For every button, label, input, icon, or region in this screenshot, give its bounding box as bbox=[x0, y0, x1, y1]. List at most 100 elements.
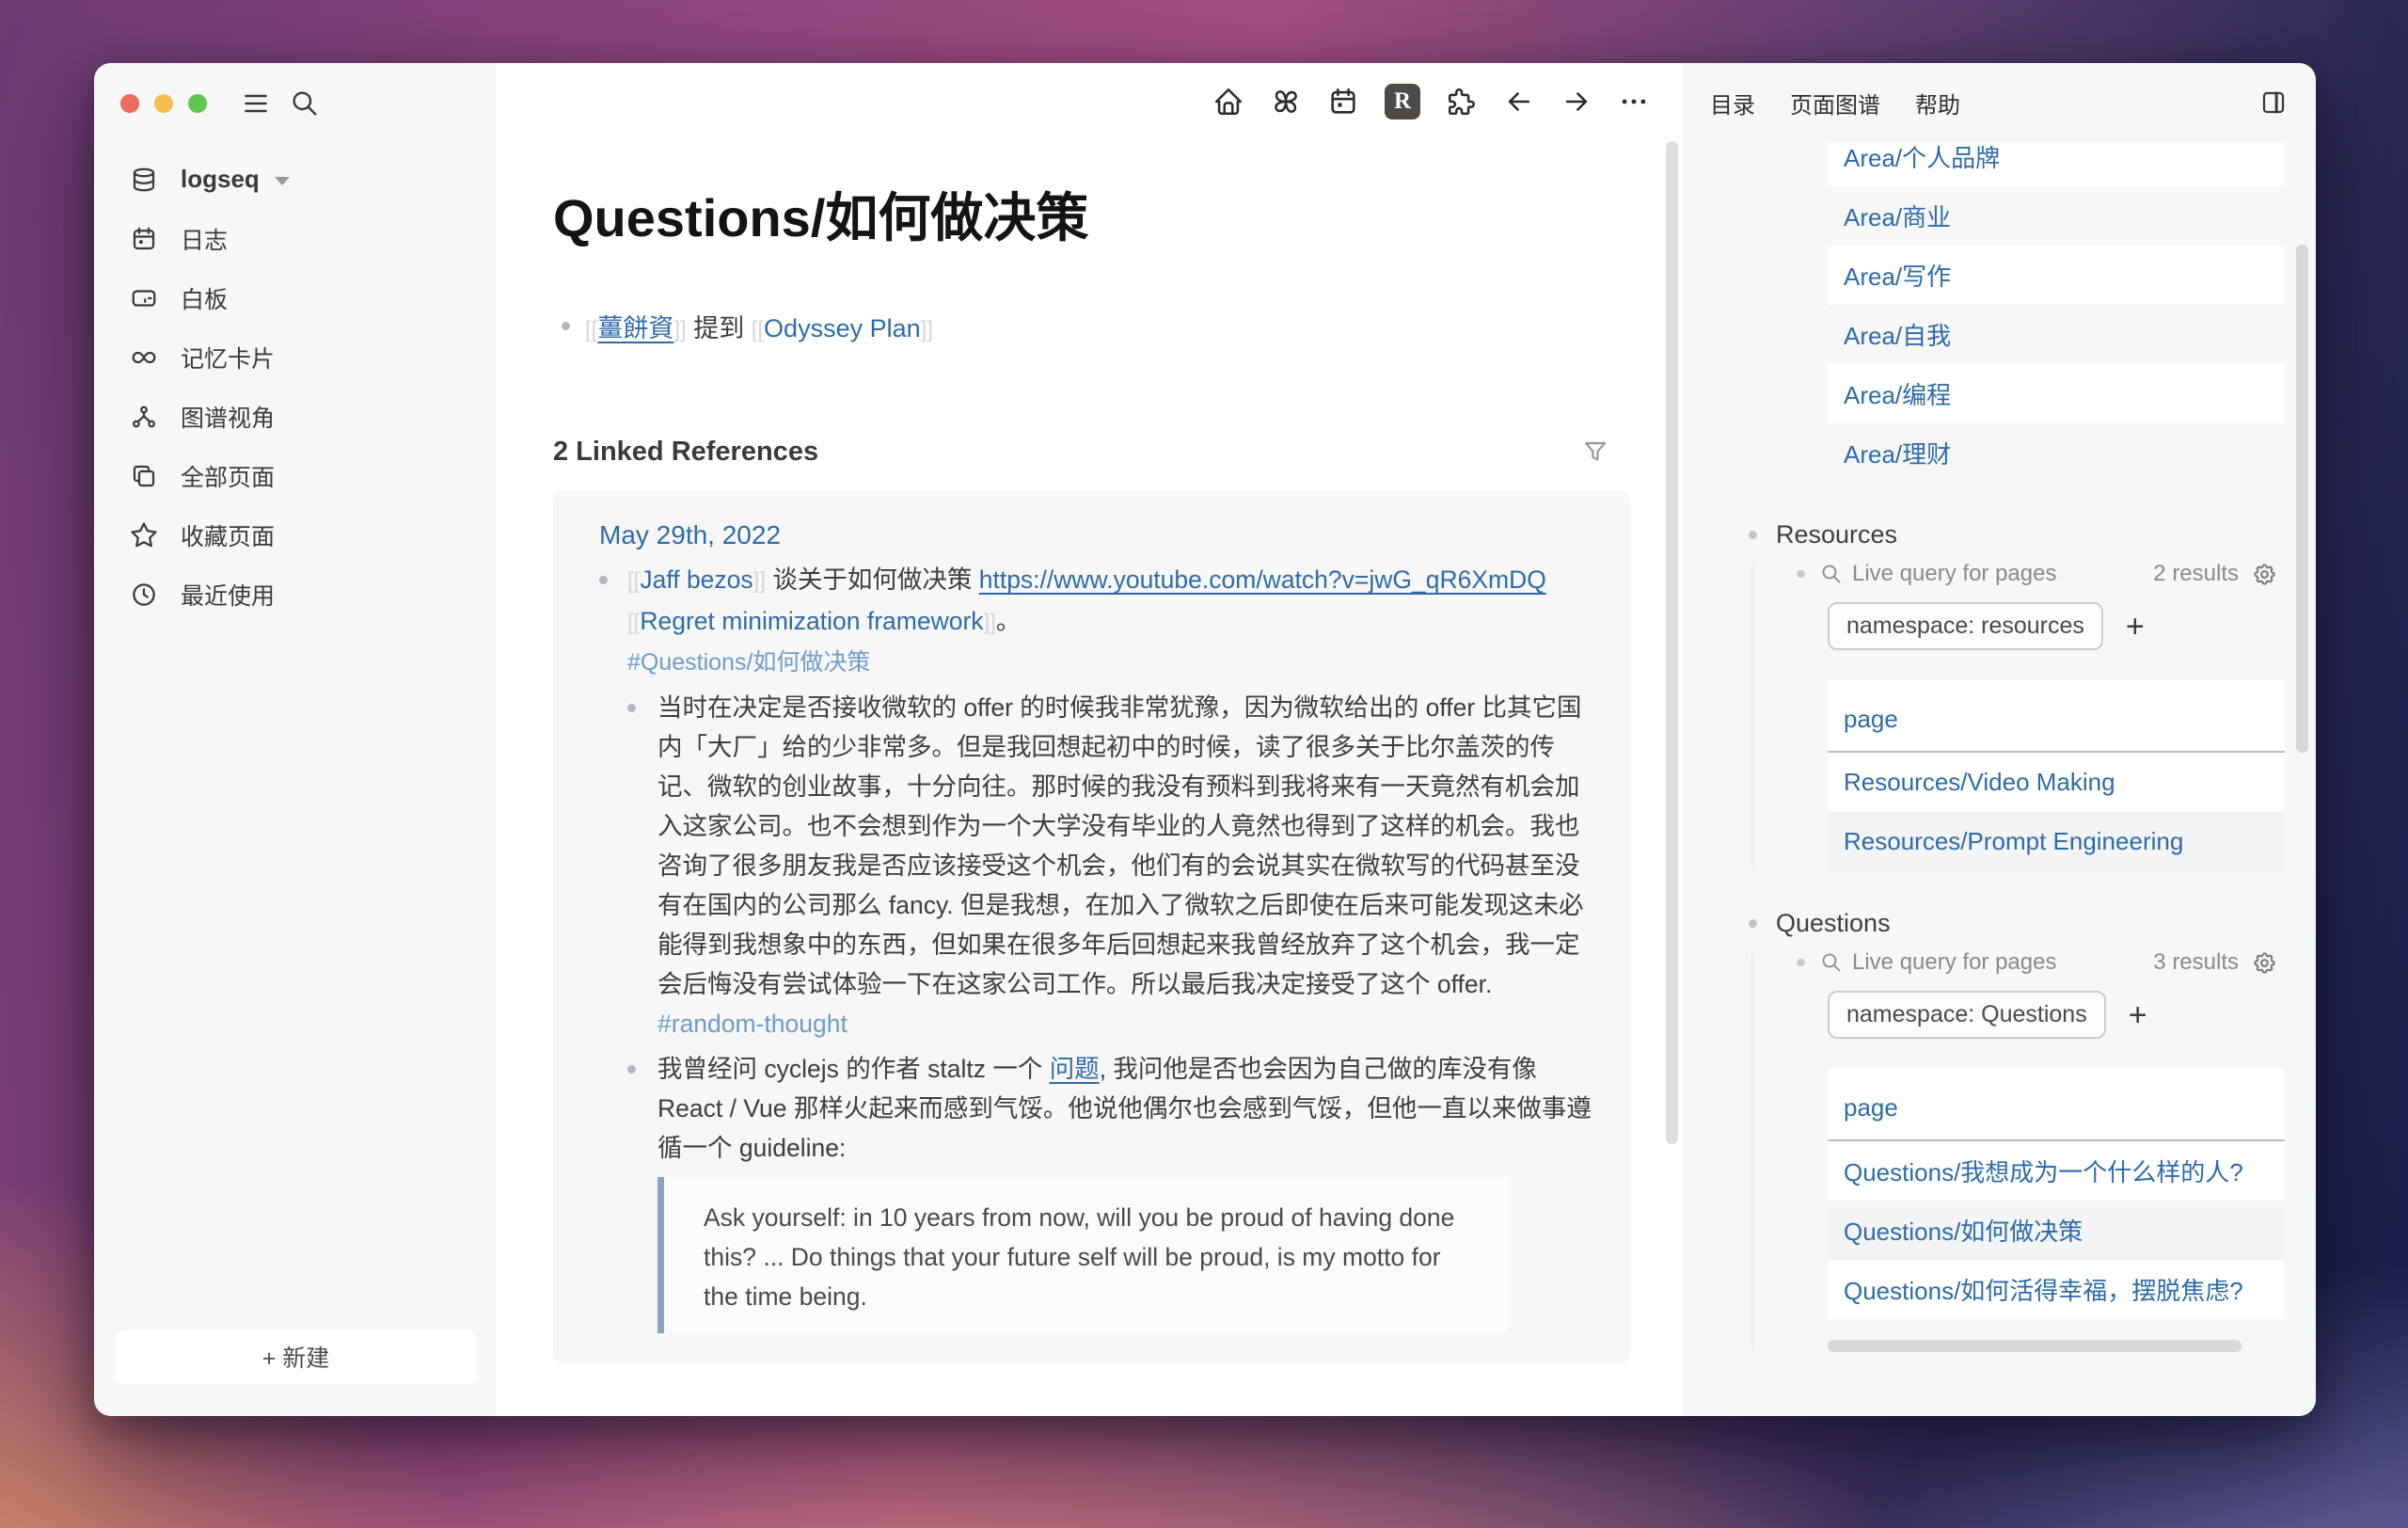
tab-help[interactable]: 帮助 bbox=[1915, 87, 1960, 119]
column-header-page[interactable]: page bbox=[1828, 1069, 2285, 1141]
bullet-dot[interactable] bbox=[627, 1065, 636, 1074]
search-icon bbox=[1820, 951, 1843, 974]
filter-button[interactable] bbox=[1581, 438, 1609, 467]
main-toolbar: R bbox=[496, 63, 1684, 118]
linked-references-header: 2 Linked References bbox=[553, 437, 1630, 468]
toggle-sidebar-button[interactable] bbox=[241, 88, 271, 119]
ref-bracket: [[ bbox=[752, 317, 764, 342]
bullet-dot[interactable] bbox=[1749, 919, 1757, 928]
page-link-row[interactable]: Resources/Prompt Engineering bbox=[1828, 812, 2285, 871]
minimize-button[interactable] bbox=[154, 94, 173, 113]
live-query-row: Live query for pages 3 results bbox=[1797, 949, 2277, 976]
main-scrollbar[interactable] bbox=[1666, 141, 1678, 1144]
page-ref-link[interactable]: Jaff bezos bbox=[640, 565, 752, 594]
ref-bracket: ]] bbox=[984, 610, 996, 635]
more-options-button[interactable] bbox=[1618, 86, 1650, 118]
bullet-dot[interactable] bbox=[1749, 531, 1757, 539]
child-block[interactable]: 当时在决定是否接收微软的 offer 的时候我非常犹豫，因为微软给出的 offe… bbox=[627, 688, 1596, 1043]
page-ref-link[interactable]: 薑餅資 bbox=[597, 314, 673, 342]
graph-selector[interactable]: logseq bbox=[94, 150, 496, 209]
bullet-dot[interactable] bbox=[627, 704, 636, 712]
tab-page-graph[interactable]: 页面图谱 bbox=[1790, 87, 1880, 119]
page-ref-link[interactable]: Odyssey Plan bbox=[764, 314, 921, 342]
plugins-button[interactable] bbox=[1446, 86, 1478, 118]
mention-block[interactable]: [[薑餅資]] 提到 [[Odyssey Plan]] bbox=[553, 308, 1630, 344]
sidebar-item-favorites[interactable]: 收藏页面 bbox=[94, 505, 496, 565]
page-link-row[interactable]: Questions/我想成为一个什么样的人? bbox=[1828, 1141, 2285, 1201]
query-settings-button[interactable] bbox=[2252, 950, 2277, 976]
page-link-row[interactable]: Area/理财 bbox=[1828, 423, 2285, 483]
page-link-row[interactable]: Resources/Video Making bbox=[1828, 753, 2285, 812]
bullet-dot[interactable] bbox=[1797, 959, 1805, 966]
sidebar-item-flashcards[interactable]: 记忆卡片 bbox=[94, 327, 496, 387]
zoom-button[interactable] bbox=[188, 94, 207, 113]
sidebar-right-icon bbox=[2259, 88, 2288, 117]
clock-icon bbox=[130, 581, 158, 609]
close-right-sidebar-button[interactable] bbox=[2259, 88, 2288, 117]
sidebar-header bbox=[94, 63, 496, 119]
right-sidebar-scrollbar[interactable] bbox=[2296, 245, 2308, 753]
tab-contents[interactable]: 目录 bbox=[1710, 87, 1755, 119]
query-results-table: page Resources/Video Making Resources/Pr… bbox=[1828, 680, 2285, 871]
graph-view-icon bbox=[130, 403, 158, 431]
namespace-filter-chip[interactable]: namespace: Questions bbox=[1828, 991, 2106, 1039]
sidebar-item-whiteboards[interactable]: 白板 bbox=[94, 268, 496, 327]
home-icon bbox=[1212, 86, 1244, 118]
bullet-dot[interactable] bbox=[1797, 570, 1805, 578]
horizontal-scrollbar[interactable] bbox=[1828, 1340, 2242, 1352]
database-icon bbox=[130, 166, 158, 194]
external-link[interactable]: 问题 bbox=[1050, 1055, 1100, 1083]
block-text: [[Jaff bezos]] 谈关于如何做决策 https://www.yout… bbox=[627, 560, 1596, 682]
ref-bracket: [[ bbox=[585, 317, 597, 342]
page-tag-link[interactable]: #random-thought bbox=[657, 1010, 848, 1038]
quote-text: Ask yourself: in 10 years from now, will… bbox=[704, 1203, 1454, 1311]
page-link-row[interactable]: Area/个人品牌 bbox=[1828, 142, 2285, 186]
sidebar-item-recent[interactable]: 最近使用 bbox=[94, 565, 496, 624]
page-link-row[interactable]: Area/编程 bbox=[1828, 364, 2285, 423]
page-link-row[interactable]: Area/写作 bbox=[1828, 246, 2285, 305]
query-label: Live query for pages bbox=[1852, 561, 2056, 587]
section-header: Resources bbox=[1743, 520, 2287, 549]
add-filter-button[interactable]: + bbox=[2126, 611, 2145, 643]
journal-date-link[interactable]: May 29th, 2022 bbox=[599, 520, 781, 550]
reference-block[interactable]: [[Jaff bezos]] 谈关于如何做决策 https://www.yout… bbox=[599, 560, 1596, 1337]
puzzle-icon bbox=[1446, 86, 1478, 118]
section-header: Questions bbox=[1743, 909, 2287, 938]
graph-button[interactable] bbox=[1270, 86, 1302, 118]
close-button[interactable] bbox=[120, 94, 139, 113]
blockquote: Ask yourself: in 10 years from now, will… bbox=[657, 1177, 1509, 1333]
new-page-button[interactable]: + 新建 bbox=[116, 1329, 476, 1384]
sidebar-item-graph-view[interactable]: 图谱视角 bbox=[94, 387, 496, 446]
readwise-plugin-button[interactable]: R bbox=[1385, 84, 1420, 119]
section-title: Resources bbox=[1776, 520, 1897, 549]
page-link-row[interactable]: Area/自我 bbox=[1828, 305, 2285, 364]
page-tag-link[interactable]: #Questions/如何做决策 bbox=[627, 643, 1596, 682]
page-ref-link[interactable]: Regret minimization framework bbox=[640, 607, 983, 635]
search-button[interactable] bbox=[290, 88, 320, 119]
page-link-row[interactable]: Questions/如何活得幸福，摆脱焦虑? bbox=[1828, 1260, 2285, 1319]
infinity-icon bbox=[130, 343, 158, 372]
resources-section: Resources Live query for pages 2 results bbox=[1743, 520, 2287, 871]
journal-button[interactable] bbox=[1327, 86, 1359, 118]
ref-bracket: ]] bbox=[753, 568, 766, 594]
query-settings-button[interactable] bbox=[2252, 562, 2277, 587]
column-header-page[interactable]: page bbox=[1828, 680, 2285, 753]
namespace-filter-chip[interactable]: namespace: resources bbox=[1828, 602, 2103, 650]
add-filter-button[interactable]: + bbox=[2129, 999, 2147, 1031]
questions-section: Questions Live query for pages 3 results bbox=[1743, 909, 2287, 1352]
child-block[interactable]: 我曾经问 cyclejs 的作者 staltz 一个 问题, 我问他是否也会因为… bbox=[627, 1049, 1596, 1337]
sidebar-item-all-pages[interactable]: 全部页面 bbox=[94, 446, 496, 505]
home-button[interactable] bbox=[1212, 86, 1244, 118]
nav-forward-button[interactable] bbox=[1560, 86, 1592, 118]
page-link-row[interactable]: Questions/如何做决策 bbox=[1828, 1201, 2285, 1260]
sidebar-item-journals[interactable]: 日志 bbox=[94, 209, 496, 268]
bullet-dot[interactable] bbox=[599, 576, 608, 584]
page-link-row[interactable]: Area/商业 bbox=[1828, 186, 2285, 246]
external-url-link[interactable]: https://www.youtube.com/watch?v=jwG_qR6X… bbox=[979, 565, 1546, 594]
bullet-dot[interactable] bbox=[562, 322, 570, 330]
readwise-icon: R bbox=[1385, 84, 1420, 119]
readwise-letter: R bbox=[1394, 88, 1411, 115]
nav-back-button[interactable] bbox=[1503, 86, 1535, 118]
pages-copy-icon bbox=[130, 462, 158, 490]
sidebar-nav: logseq 日志 白板 记忆卡片 图谱视角 全部页面 bbox=[94, 150, 496, 624]
